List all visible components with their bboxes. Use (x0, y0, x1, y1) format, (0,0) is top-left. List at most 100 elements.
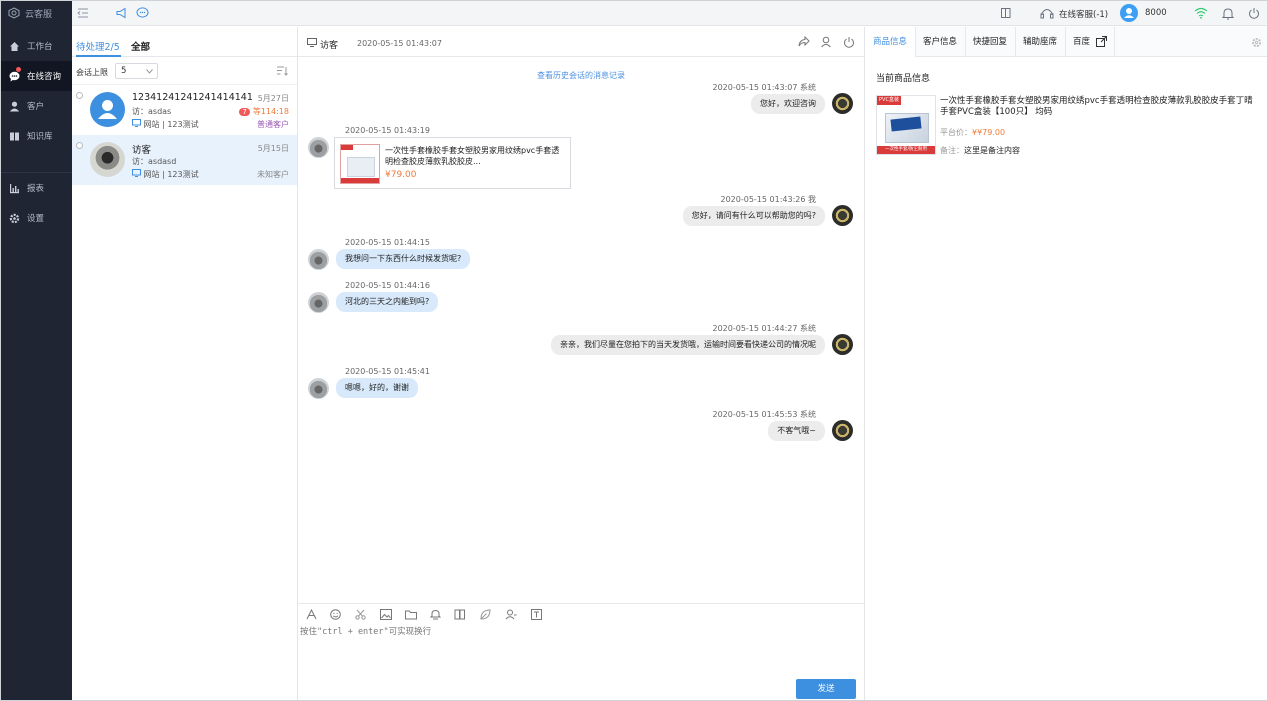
agent-avatar (832, 334, 853, 355)
sort-icon[interactable] (277, 66, 288, 76)
nav-label: 知识库 (27, 132, 53, 142)
source-text: 网站 | 123测试 (143, 120, 199, 129)
product-card[interactable]: 一次性手套橡胶手套女塑胶男家用纹绣pvc手套透明检查胶皮薄款乳胶胶皮... ¥7… (334, 137, 571, 189)
source-text: 网站 | 123测试 (143, 170, 199, 179)
product-note-row: 备注：这里是备注内容 (940, 145, 1020, 156)
wifi-icon (1194, 7, 1208, 19)
limit-select[interactable]: 5 (115, 63, 158, 79)
transfer-user-icon[interactable] (820, 36, 832, 48)
agent-id: 8000 (1145, 8, 1167, 18)
nav-item-settings[interactable]: 设置 (1, 203, 72, 233)
message-time: 2020-05-15 01:43:26 我 (720, 195, 816, 204)
font-icon[interactable] (306, 609, 317, 620)
nav-item-workbench[interactable]: 工作台 (1, 31, 72, 61)
book-outline-icon[interactable] (1000, 7, 1012, 19)
user-transfer-icon[interactable] (505, 609, 517, 620)
scissors-icon[interactable] (355, 609, 366, 620)
limit-bar: 会话上限 5 (72, 57, 297, 85)
session-list: 待处理2/5 全部 会话上限 5 12341241241241414141 访：… (72, 27, 298, 700)
emoji-icon[interactable] (330, 609, 341, 620)
agent-avatar[interactable] (1120, 4, 1138, 22)
message-area: 查看历史会话的消息记录 2020-05-15 01:43:07 系统 您好，欢迎… (298, 57, 864, 603)
nav-item-knowledge[interactable]: 知识库 (1, 121, 72, 151)
nav-label: 在线咨询 (27, 72, 62, 82)
collapse-menu-icon[interactable] (77, 7, 89, 19)
tab-quick-reply[interactable]: 快捷回复 (965, 27, 1017, 57)
chat-pane: 访客 2020-05-15 01:43:07 查看历史会话的消息记录 2020-… (298, 27, 864, 700)
unread-badge: 7 (239, 108, 250, 116)
product-image-footer: 一次性手套/防尘耐用 (877, 146, 935, 154)
conversation-name: 访客 (132, 145, 152, 156)
agent-status[interactable]: 在线客服(-1) (1059, 8, 1108, 20)
book-icon (10, 132, 19, 140)
tab-pending[interactable]: 待处理2/5 (76, 39, 120, 53)
message-time: 2020-05-15 01:43:07 系统 (712, 83, 816, 92)
limit-label: 会话上限 (76, 68, 108, 77)
nav-item-online-consult[interactable]: 在线咨询 (1, 61, 72, 91)
announcement-icon[interactable] (116, 7, 128, 19)
conversation-item[interactable]: 12341241241241414141 访：asdas 网站 | 123测试 … (72, 85, 297, 135)
brand-name: 云客服 (25, 9, 53, 20)
tab-product-info[interactable]: 商品信息 (865, 27, 917, 57)
message-time: 2020-05-15 01:45:53 系统 (712, 410, 816, 419)
input-hint[interactable]: 按住"ctrl + enter"可实现换行 (300, 625, 431, 637)
forward-icon[interactable] (798, 36, 810, 47)
tab-assist-agent[interactable]: 辅助座席 (1015, 27, 1067, 57)
message-bubble: 嗯嗯，好的，谢谢 (336, 378, 418, 398)
nav-label: 报表 (27, 184, 45, 194)
nav-item-reports[interactable]: 报表 (1, 173, 72, 203)
visitor-avatar (308, 249, 329, 270)
customer-type: 未知客户 (257, 170, 289, 179)
product-title: 一次性手套橡胶手套女塑胶男家用纹绣pvc手套透明检查胶皮薄款乳胶胶皮... (385, 146, 560, 166)
send-button[interactable]: 发送 (796, 679, 856, 699)
folder-icon[interactable] (405, 609, 417, 620)
gear-icon[interactable] (1251, 37, 1262, 48)
unread-dot (16, 67, 21, 72)
bell-icon[interactable] (1222, 7, 1234, 20)
top-bar: 在线客服(-1) 8000 (72, 1, 1267, 26)
brand: 云客服 (1, 1, 72, 25)
tab-customer-info[interactable]: 客户信息 (915, 27, 967, 57)
conversation-item[interactable]: 访客 访：asdasd 网站 | 123测试 5月15日 未知客户 (72, 135, 297, 185)
wait-time: 等114:18 (252, 107, 289, 116)
product-price-row: 平台价：¥¥79.00 (940, 127, 1005, 138)
leaf-icon[interactable] (480, 609, 491, 620)
visitor-id: 访：asdasd (132, 157, 177, 166)
external-link-icon (1096, 36, 1107, 47)
message-icon[interactable] (136, 7, 149, 19)
tab-baidu[interactable]: 百度 (1065, 27, 1115, 57)
power-icon[interactable] (1248, 7, 1260, 19)
end-session-icon[interactable] (843, 36, 855, 48)
limit-value: 5 (121, 66, 127, 76)
knowledge-icon[interactable] (454, 609, 466, 620)
visitor-avatar (308, 378, 329, 399)
select-radio[interactable] (76, 142, 83, 149)
message-time: 2020-05-15 01:44:16 (345, 281, 430, 290)
message-time: 2020-05-15 01:44:27 系统 (712, 324, 816, 333)
nav-item-customers[interactable]: 客户 (1, 91, 72, 121)
message-time: 2020-05-15 01:45:41 (345, 367, 430, 376)
evaluate-icon[interactable] (430, 609, 441, 620)
nav-label: 设置 (27, 214, 45, 224)
message-bubble: 您好，请问有什么可以帮助您的吗? (682, 206, 825, 226)
session-tabs: 待处理2/5 全部 (72, 27, 297, 57)
conversation-date: 5月27日 (257, 94, 289, 103)
product-image[interactable]: PVC盒装 一次性手套/防尘耐用 (876, 95, 936, 155)
note-value: 这里是备注内容 (964, 146, 1020, 155)
product-image-tag: PVC盒装 (877, 96, 901, 105)
gear-icon (9, 213, 20, 223)
message-time: 2020-05-15 01:43:19 (345, 126, 430, 135)
history-link[interactable]: 查看历史会话的消息记录 (298, 70, 864, 81)
monitor-icon (132, 169, 141, 177)
home-icon (10, 41, 19, 51)
tab-label: 百度 (1073, 37, 1091, 47)
text-box-icon[interactable] (531, 609, 542, 620)
headset-icon[interactable] (1040, 7, 1054, 20)
user-icon (98, 100, 117, 119)
tab-all[interactable]: 全部 (131, 39, 150, 53)
image-icon[interactable] (380, 609, 392, 620)
select-radio[interactable] (76, 92, 83, 99)
agent-avatar (832, 205, 853, 226)
section-title: 当前商品信息 (876, 74, 931, 84)
product-price: ¥79.00 (385, 170, 417, 180)
